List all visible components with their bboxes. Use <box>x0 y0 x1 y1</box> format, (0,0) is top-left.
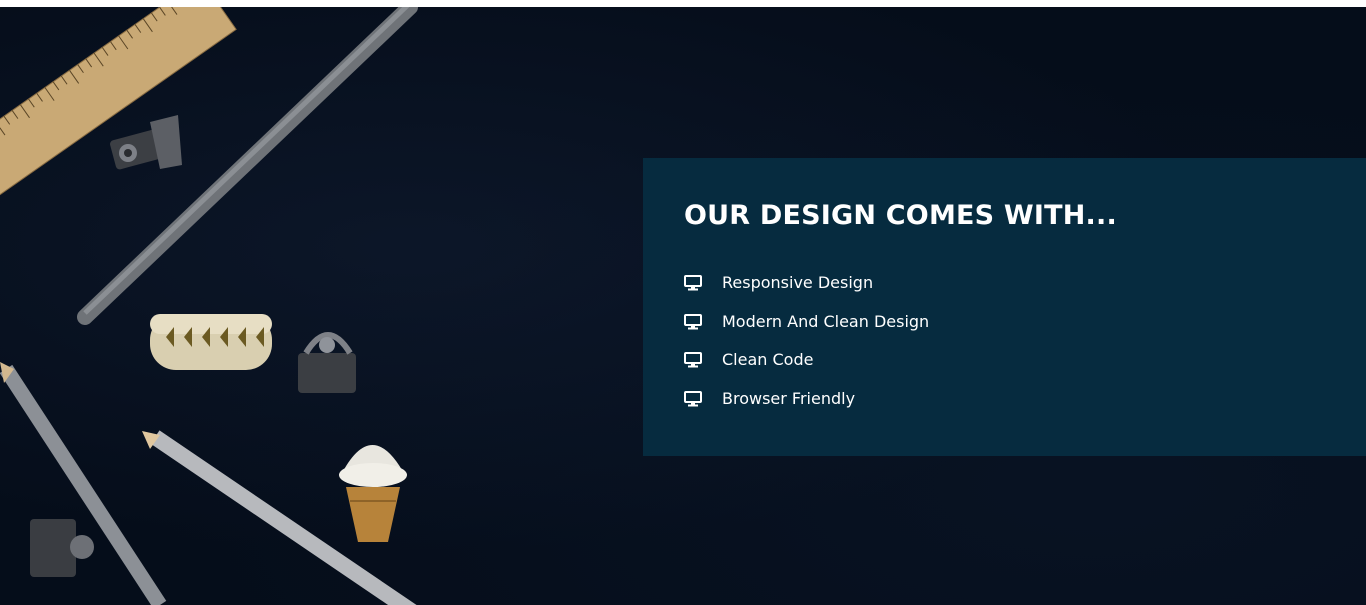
feature-label: Clean Code <box>722 350 814 370</box>
feature-label: Modern And Clean Design <box>722 311 930 331</box>
section-title: OUR DESIGN COMES WITH... <box>684 200 1117 231</box>
ruler-image <box>0 7 237 214</box>
washi-tape-image <box>150 314 272 370</box>
feature-list: Responsive Design Modern And Clean Desig… <box>684 264 1366 418</box>
feature-item-clean-code: Clean Code <box>684 341 1366 380</box>
features-hero-section: OUR DESIGN COMES WITH... Responsive Desi… <box>0 7 1366 605</box>
top-strip <box>0 0 1366 7</box>
binder-clip-image-bottom <box>30 519 94 577</box>
binder-clip-image-top <box>110 115 182 170</box>
feature-label: Responsive Design <box>722 273 874 293</box>
ice-cream-eraser-image <box>339 445 407 542</box>
monitor-icon <box>684 313 702 330</box>
monitor-icon <box>684 275 702 291</box>
binder-clip-image-middle <box>298 332 356 393</box>
pencil-image-left <box>0 362 167 605</box>
monitor-icon <box>684 352 702 368</box>
features-panel: OUR DESIGN COMES WITH... Responsive Desi… <box>643 158 1366 456</box>
feature-item-browser-friendly: Browser Friendly <box>684 380 1366 419</box>
feature-item-responsive-design: Responsive Design <box>684 264 1366 303</box>
feature-label: Browser Friendly <box>722 388 856 408</box>
monitor-icon <box>684 390 702 407</box>
feature-item-modern-clean-design: Modern And Clean Design <box>684 303 1366 342</box>
desk-stationery-photo <box>0 7 418 605</box>
